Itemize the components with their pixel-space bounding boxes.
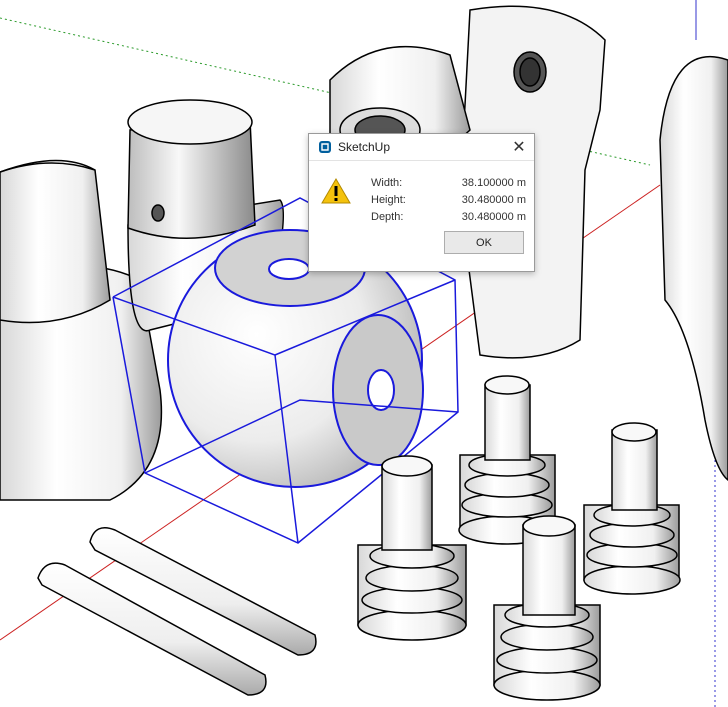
field-row-height: Height: 30.480000 m — [371, 192, 526, 209]
rod-parts[interactable] — [37, 527, 317, 696]
field-value: 30.480000 m — [461, 194, 526, 206]
dimensions-dialog: SketchUp ✕ Width: 38.100000 m Height: 30… — [308, 133, 535, 272]
close-icon: ✕ — [512, 138, 526, 156]
model-viewport[interactable] — [0, 0, 728, 707]
right-edge-part[interactable] — [659, 55, 728, 481]
dialog-body: Width: 38.100000 m Height: 30.480000 m D… — [309, 161, 534, 273]
warning-icon — [321, 177, 351, 205]
field-label: Height: — [371, 194, 406, 206]
dialog-titlebar[interactable]: SketchUp ✕ — [309, 134, 534, 161]
ok-button[interactable]: OK — [444, 231, 524, 254]
close-button[interactable]: ✕ — [504, 134, 534, 159]
field-row-width: Width: 38.100000 m — [371, 175, 526, 192]
field-value: 38.100000 m — [461, 177, 526, 189]
dialog-title: SketchUp — [338, 140, 391, 154]
field-row-depth: Depth: 30.480000 m — [371, 209, 526, 226]
field-value: 30.480000 m — [461, 211, 526, 223]
field-label: Depth: — [371, 211, 404, 223]
dimension-fields: Width: 38.100000 m Height: 30.480000 m D… — [371, 175, 526, 226]
field-label: Width: — [371, 177, 403, 189]
sketchup-logo-icon — [318, 140, 332, 154]
